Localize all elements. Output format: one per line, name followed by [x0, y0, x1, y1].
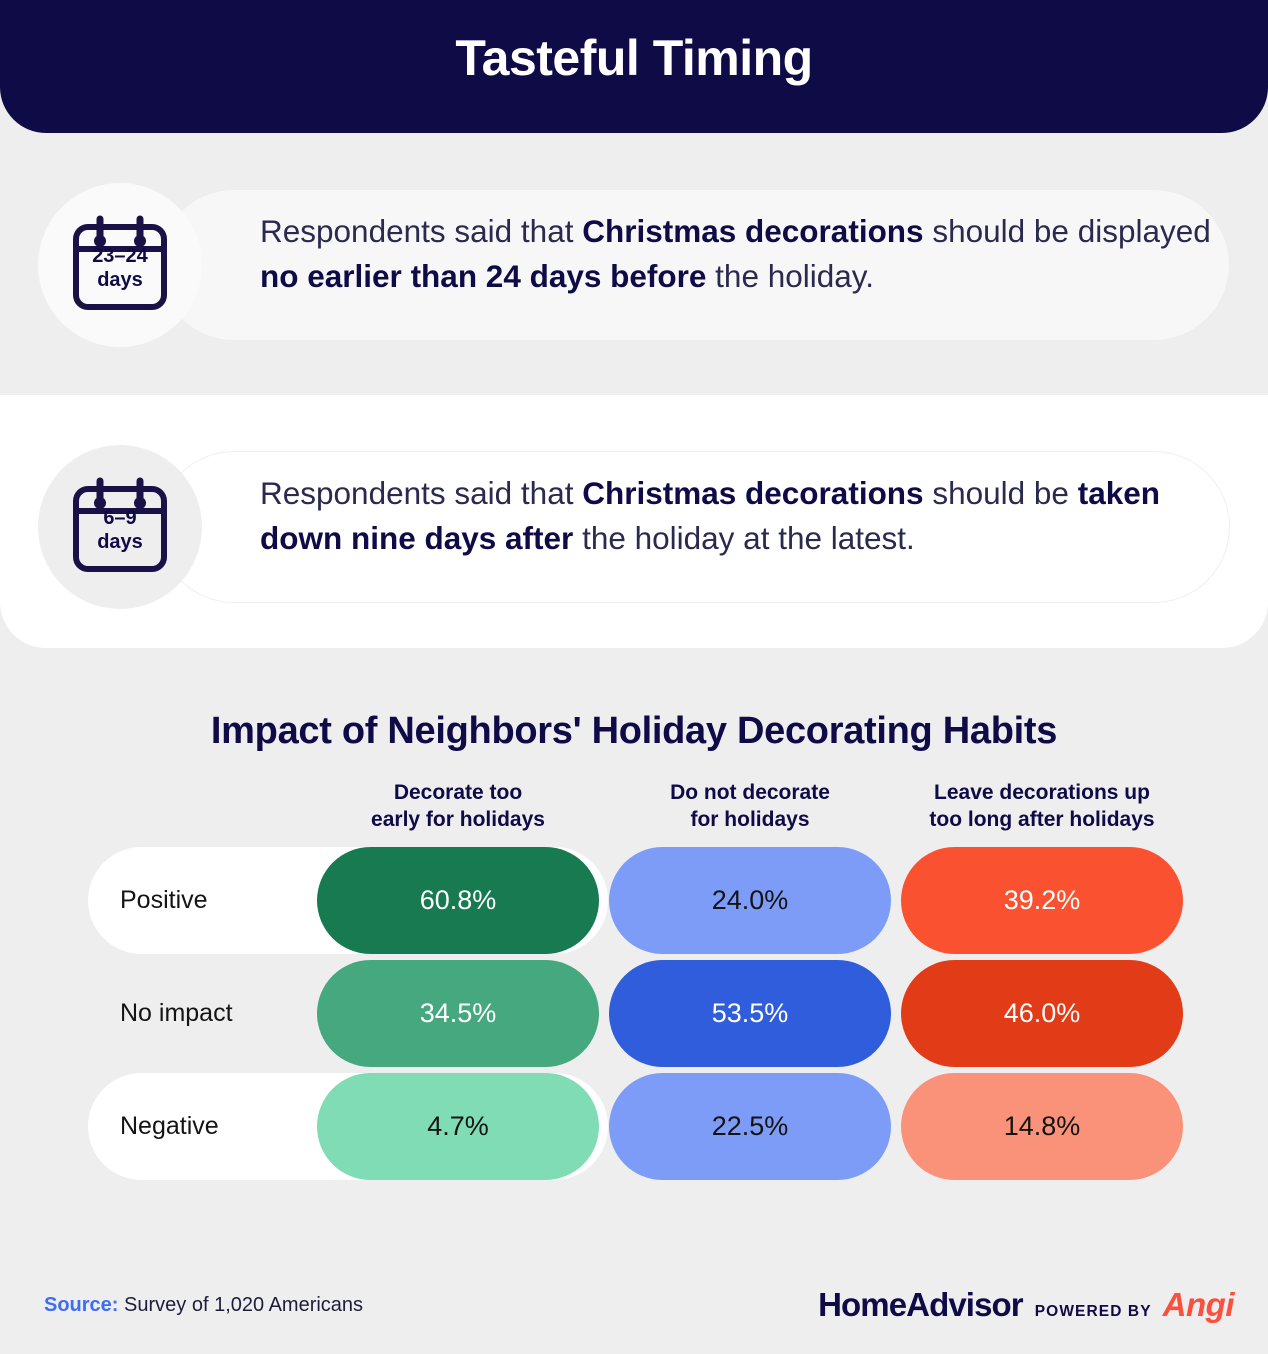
- calendar-icon-glyph: [73, 477, 167, 572]
- data-cell: 60.8%: [317, 847, 599, 954]
- column-headers: Decorate too early for holidays Do not dec…: [312, 780, 1188, 844]
- chart-rows: Positive 60.8% 24.0% 39.2% No impact 34.5% 53.…: [88, 844, 1188, 1183]
- plain-text: Respondents said that: [260, 213, 583, 249]
- brand-logo: HomeAdvisor POWERED BY Angi: [818, 1286, 1234, 1324]
- calendar-icon: 23–24 days: [68, 215, 172, 315]
- column-header-line: too long after holidays: [929, 807, 1155, 831]
- chart-grid: Decorate too early for holidays Do not dec…: [88, 780, 1188, 1183]
- logo-angi: Angi: [1162, 1286, 1235, 1323]
- row-cells: 34.5% 53.5% 46.0%: [312, 957, 1188, 1070]
- column-header-line: Decorate too: [393, 781, 523, 804]
- data-cell: 22.5%: [609, 1073, 891, 1180]
- row-cells: 4.7% 22.5% 14.8%: [312, 1070, 1188, 1183]
- data-cell: 4.7%: [317, 1073, 599, 1180]
- chart-title: Impact of Neighbors' Holiday Decorating …: [210, 710, 1058, 752]
- plain-text: should be displayed: [923, 213, 1211, 249]
- stat-section-2: 6–9 days Respondents said that Christmas…: [0, 395, 1268, 648]
- data-cell: 39.2%: [901, 847, 1183, 954]
- table-row: No impact 34.5% 53.5% 46.0%: [88, 957, 1188, 1070]
- plain-text: the holiday at the latest.: [573, 519, 915, 556]
- source-text: Survey of 1,020 Americans: [118, 1294, 364, 1316]
- column-header-line: early for holidays: [371, 807, 545, 831]
- stat-row-2: 6–9 days Respondents said that Christmas…: [38, 445, 1230, 609]
- table-row: Positive 60.8% 24.0% 39.2%: [88, 844, 1188, 957]
- emphasis-text: Christmas decorations: [582, 475, 924, 511]
- page-footer: Source: Survey of 1,020 Americans HomeAd…: [0, 1270, 1268, 1354]
- calendar-badge-1: 23–24 days: [38, 183, 202, 347]
- page-header: Tasteful Timing: [0, 0, 1268, 133]
- column-header-3: Leave decorations up too long after holid…: [896, 780, 1188, 844]
- column-header-1: Decorate too early for holidays: [312, 780, 604, 844]
- column-header-line: Leave decorations up: [934, 781, 1150, 804]
- plain-text: the holiday.: [706, 257, 874, 294]
- column-header-line: Do not decorate: [670, 781, 830, 804]
- chart-section: Impact of Neighbors' Holiday Decorating …: [0, 648, 1268, 1270]
- data-cell: 24.0%: [609, 847, 891, 954]
- stat-section-1: 23–24 days Respondents said that Christm…: [0, 133, 1268, 395]
- plain-text: Respondents said that: [260, 475, 583, 511]
- calendar-icon: 6–9 days: [68, 477, 172, 577]
- stat-text-2: Respondents said that Christmas decorati…: [260, 471, 1220, 560]
- table-row: Negative 4.7% 22.5% 14.8%: [88, 1070, 1188, 1183]
- stat-row-1: 23–24 days Respondents said that Christm…: [38, 183, 1230, 347]
- data-cell: 34.5%: [317, 960, 599, 1067]
- calendar-icon-glyph: [73, 215, 167, 310]
- source-label: Source:: [44, 1294, 119, 1316]
- logo-homeadvisor: HomeAdvisor: [818, 1286, 1024, 1323]
- row-cells: 60.8% 24.0% 39.2%: [312, 844, 1188, 957]
- calendar-badge-2: 6–9 days: [38, 445, 202, 609]
- data-cell: 46.0%: [901, 960, 1183, 1067]
- data-cell: 14.8%: [901, 1073, 1183, 1180]
- stat-text-1: Respondents said that Christmas decorati…: [260, 209, 1220, 298]
- emphasis-text: no earlier than 24 days before: [260, 257, 707, 294]
- page-title: Tasteful Timing: [455, 29, 813, 86]
- logo-powered-by: POWERED BY: [1034, 1303, 1152, 1320]
- data-cell: 53.5%: [609, 960, 891, 1067]
- column-header-2: Do not decorate for holidays: [604, 780, 896, 844]
- plain-text: should be: [923, 475, 1078, 511]
- column-header-line: for holidays: [690, 807, 810, 831]
- emphasis-text: Christmas decorations: [582, 213, 924, 249]
- source-note: Source: Survey of 1,020 Americans: [44, 1294, 363, 1317]
